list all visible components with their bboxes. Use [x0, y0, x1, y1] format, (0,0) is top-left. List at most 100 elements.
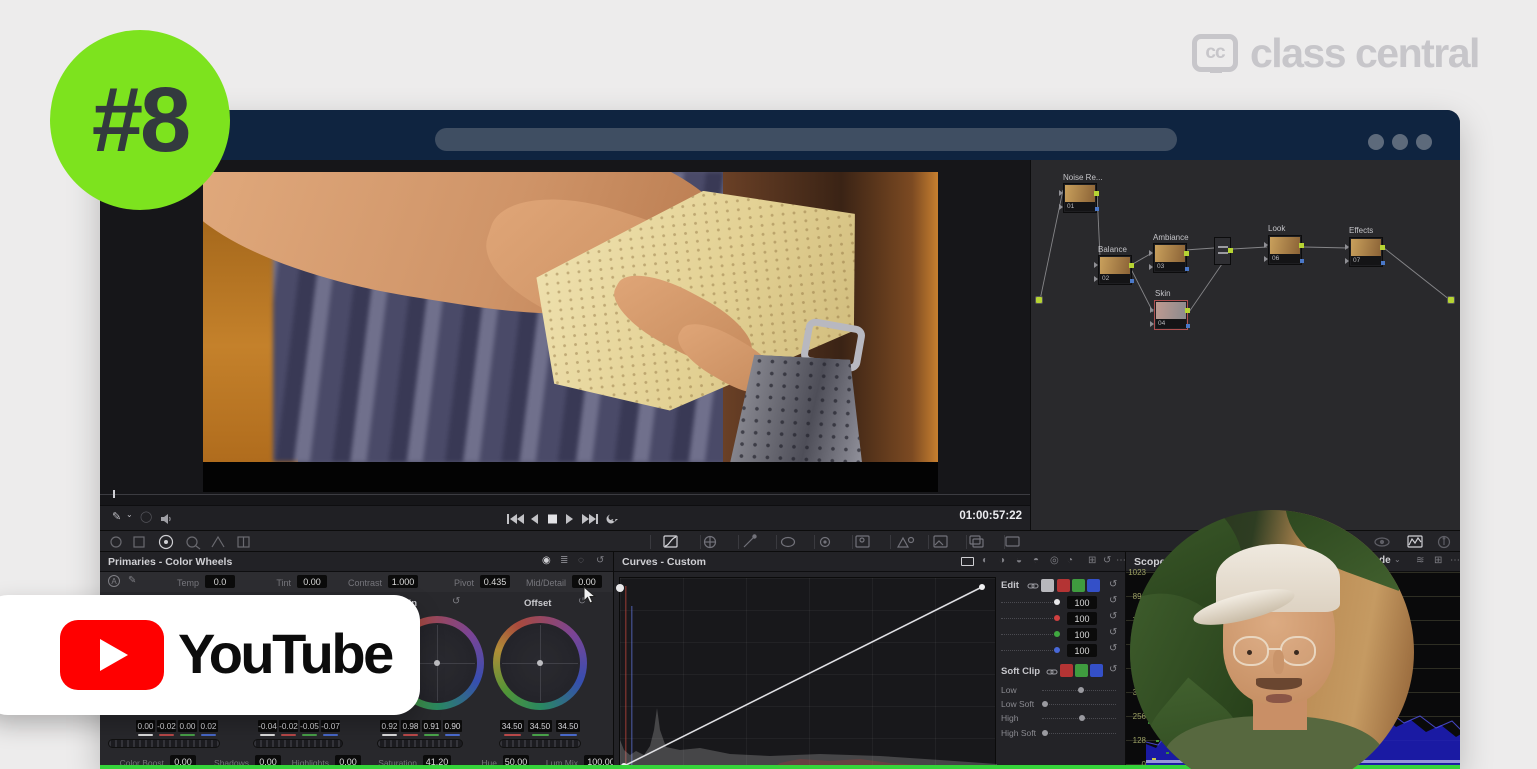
channel-r-button[interactable] — [1057, 579, 1070, 592]
lift-master-wheel[interactable] — [108, 739, 220, 748]
curve-mode-icon[interactable]: ◎ — [1050, 555, 1059, 566]
b-reset-icon[interactable]: ↺ — [1109, 643, 1117, 654]
node-source-output[interactable] — [1035, 296, 1043, 304]
y-knob[interactable] — [1054, 599, 1060, 605]
y-reset-icon[interactable]: ↺ — [1109, 595, 1117, 606]
address-bar[interactable] — [435, 128, 1177, 151]
soft-clip-r-button[interactable] — [1060, 664, 1073, 677]
offset-master-wheel[interactable] — [499, 739, 581, 748]
scope-expand-icon[interactable]: ⊞ — [1434, 555, 1442, 566]
link-icon[interactable] — [1027, 580, 1039, 592]
lift-value[interactable]: 0.00 — [136, 720, 155, 732]
g-channel-slider[interactable] — [1001, 634, 1057, 635]
zoom-tool-icon — [187, 537, 197, 547]
node-06-look[interactable]: 06 — [1268, 235, 1302, 265]
gain-value[interactable]: 0.90 — [443, 720, 462, 732]
curve-mode-icon[interactable]: ◒ — [1016, 555, 1022, 566]
node-03-ambiance[interactable]: 03 — [1153, 243, 1187, 273]
g-channel-value[interactable]: 100 — [1067, 628, 1097, 641]
transport-controls[interactable] — [505, 512, 625, 526]
y-channel-slider[interactable] — [1001, 602, 1057, 603]
soft-clip-g-button[interactable] — [1075, 664, 1088, 677]
curves-expand-icon[interactable]: ⊞ — [1088, 555, 1096, 566]
low-soft-slider[interactable] — [1042, 704, 1116, 705]
offset-wheel[interactable] — [493, 616, 587, 710]
g-knob[interactable] — [1054, 631, 1060, 637]
high-knob[interactable] — [1079, 715, 1085, 721]
gain-value[interactable]: 0.98 — [401, 720, 420, 732]
r-knob[interactable] — [1054, 615, 1060, 621]
lift-value[interactable]: -0.02 — [157, 720, 176, 732]
bypass-icon[interactable]: ◯ — [140, 510, 152, 523]
edit-reset-icon[interactable]: ↺ — [1109, 579, 1117, 590]
b-channel-value[interactable]: 100 — [1067, 644, 1097, 657]
bars-mode-icon[interactable]: ≣ — [560, 555, 568, 566]
y-channel-value[interactable]: 100 — [1067, 596, 1097, 609]
scope-settings-icon[interactable]: ≋ — [1416, 555, 1424, 566]
gain-value[interactable]: 0.92 — [380, 720, 399, 732]
node-07-effects[interactable]: 07 — [1349, 237, 1383, 267]
offset-value[interactable]: 34.50 — [500, 720, 524, 732]
r-reset-icon[interactable]: ↺ — [1109, 611, 1117, 622]
youtube-play-button[interactable] — [60, 620, 164, 690]
gamma-value[interactable]: -0.04 — [258, 720, 277, 732]
gain-reset-icon[interactable]: ↺ — [452, 596, 460, 607]
lift-value[interactable]: 0.00 — [178, 720, 197, 732]
center-tool-icons[interactable] — [662, 534, 1112, 550]
person-nose — [1273, 650, 1284, 674]
left-tool-icons[interactable] — [108, 535, 308, 549]
gamma-value[interactable]: -0.05 — [300, 720, 319, 732]
node-02-balance[interactable]: 02 — [1098, 255, 1132, 285]
gain-master-wheel[interactable] — [377, 739, 463, 748]
b-channel-slider[interactable] — [1001, 650, 1057, 651]
offset-value[interactable]: 34.50 — [528, 720, 552, 732]
g-reset-icon[interactable]: ↺ — [1109, 627, 1117, 638]
curve-custom-mode-icon[interactable] — [961, 557, 974, 566]
channel-g-button[interactable] — [1072, 579, 1085, 592]
low-soft-knob[interactable] — [1042, 701, 1048, 707]
r-channel-slider[interactable] — [1001, 618, 1057, 619]
high-soft-slider[interactable] — [1042, 733, 1116, 734]
b-knob[interactable] — [1054, 647, 1060, 653]
r-channel-value[interactable]: 100 — [1067, 612, 1097, 625]
wheels-mode-icon[interactable]: ◉ — [542, 555, 551, 566]
auto-balance-icon[interactable]: A — [108, 575, 120, 587]
high-soft-knob[interactable] — [1042, 730, 1048, 736]
node-final-output[interactable] — [1447, 296, 1455, 304]
viewer-scrub-track[interactable] — [100, 494, 1030, 495]
log-mode-icon[interactable]: ◌ — [578, 555, 584, 566]
soft-clip-reset-icon[interactable]: ↺ — [1109, 664, 1117, 675]
scope-more-icon[interactable]: ⋯ — [1450, 555, 1460, 566]
node-layer-mixer[interactable] — [1214, 237, 1231, 265]
window-menu-dot-1[interactable] — [1368, 134, 1384, 150]
speaker-icon[interactable] — [160, 513, 172, 525]
window-menu-dot-2[interactable] — [1392, 134, 1408, 150]
window-titlebar — [100, 110, 1460, 160]
gamma-value[interactable]: -0.07 — [321, 720, 340, 732]
viewer-playhead[interactable] — [113, 490, 115, 498]
pen-dropdown-icon[interactable]: ⌄ — [126, 510, 133, 519]
rank-badge: #8 — [50, 30, 230, 210]
curves-reset-icon[interactable]: ↺ — [1103, 555, 1111, 566]
curve-mode-icon[interactable]: ◑ — [999, 555, 1005, 566]
channel-b-button[interactable] — [1087, 579, 1100, 592]
low-knob[interactable] — [1078, 687, 1084, 693]
gain-value[interactable]: 0.91 — [422, 720, 441, 732]
window-menu-dot-3[interactable] — [1416, 134, 1432, 150]
gamma-value[interactable]: -0.02 — [279, 720, 298, 732]
curve-mode-icon[interactable]: ◓ — [1033, 555, 1039, 566]
pen-tool-icon[interactable]: ✎ — [112, 510, 121, 523]
node-04-skin-selected[interactable]: 04 — [1154, 300, 1188, 330]
node-01-noise-reduction[interactable]: 01 — [1063, 183, 1097, 213]
offset-value[interactable]: 34.50 — [556, 720, 580, 732]
curve-mode-icon[interactable]: ◔ — [1067, 555, 1073, 566]
primaries-reset-icon[interactable]: ↺ — [596, 555, 604, 566]
gamma-master-wheel[interactable] — [253, 739, 343, 748]
curves-graph[interactable] — [619, 577, 996, 769]
soft-clip-b-button[interactable] — [1090, 664, 1103, 677]
soft-clip-link-icon[interactable] — [1046, 666, 1058, 678]
channel-y-button[interactable] — [1041, 579, 1054, 592]
curve-mode-icon[interactable]: ◐ — [982, 555, 988, 566]
lift-value[interactable]: 0.02 — [199, 720, 218, 732]
video-frame-cheese-grating — [203, 172, 938, 462]
